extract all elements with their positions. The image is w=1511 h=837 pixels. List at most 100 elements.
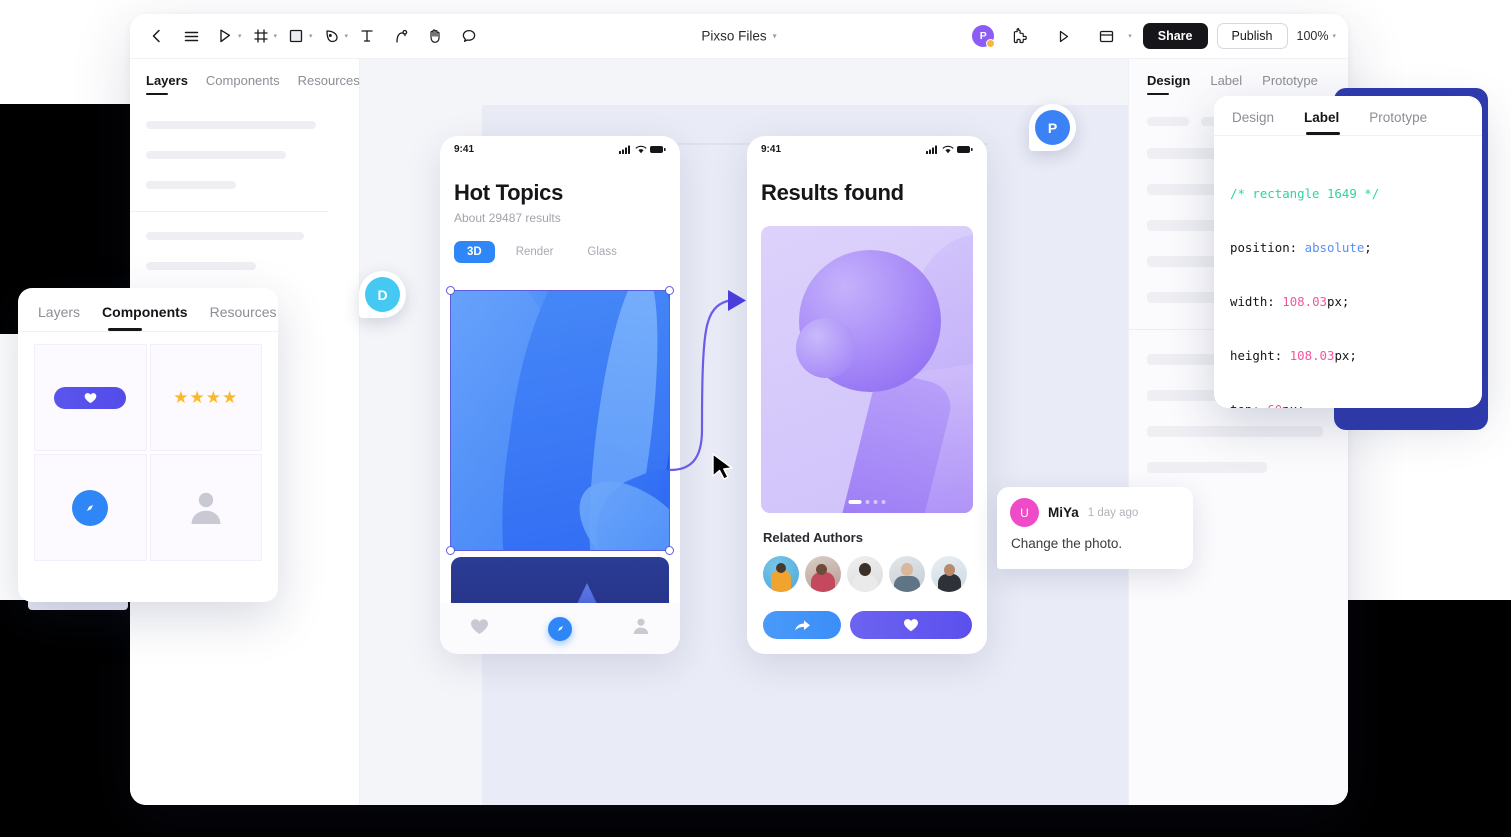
skeleton-row (146, 232, 304, 240)
wifi-icon (635, 145, 647, 153)
battery-icon (957, 145, 973, 153)
code-line: width: 108.03px; (1230, 294, 1350, 309)
label-floating-panel[interactable]: Design Label Prototype /* rectangle 1649… (1214, 96, 1482, 408)
phone1-tabbar (440, 603, 680, 654)
toolbar-right-group: P ▾ Share Publish 100% ▾ (972, 19, 1336, 53)
hand-tool-icon[interactable] (418, 19, 452, 53)
chip-3d[interactable]: 3D (454, 241, 495, 263)
tab-design[interactable]: Design (1232, 110, 1274, 135)
layout-caret-icon[interactable]: ▾ (1128, 32, 1132, 40)
blue-3d-image[interactable] (451, 291, 669, 550)
code-line: position: absolute; (1230, 240, 1372, 255)
pen-tool-icon[interactable] (315, 19, 349, 53)
cursor-badge-p[interactable]: P (1029, 104, 1076, 151)
chip-render[interactable]: Render (503, 241, 567, 263)
avatar[interactable]: U (1010, 498, 1039, 527)
tab-design[interactable]: Design (1147, 73, 1190, 97)
avatar[interactable] (889, 556, 925, 592)
zoom-caret-icon[interactable]: ▾ (1332, 32, 1336, 40)
avatar[interactable] (805, 556, 841, 592)
components-grid: ★★★★ (18, 332, 278, 573)
rectangle-tool-caret-icon[interactable]: ▾ (309, 32, 313, 40)
phone2-header: Results found (747, 162, 987, 206)
publish-button[interactable]: Publish (1216, 23, 1288, 49)
cursor-badge-d[interactable]: D (359, 271, 406, 318)
chip-glass[interactable]: Glass (574, 241, 629, 263)
zoom-level-value: 100% (1296, 29, 1329, 43)
left-panel-tabs: Layers Components Resources (130, 59, 360, 97)
status-time: 9:41 (761, 143, 782, 155)
plugin-icon[interactable] (1003, 19, 1037, 53)
pen-tool-caret-icon[interactable]: ▾ (345, 32, 349, 40)
tab-layers[interactable]: Layers (38, 304, 80, 331)
frame-tool-caret-icon[interactable]: ▾ (274, 32, 278, 40)
tab-resources[interactable]: Resources (210, 304, 277, 331)
related-authors-list (763, 556, 967, 592)
avatar[interactable] (763, 556, 799, 592)
label-panel-tabs: Design Label Prototype (1214, 96, 1482, 136)
component-avatar-placeholder[interactable] (149, 454, 262, 561)
tab-resources[interactable]: Resources (298, 73, 360, 97)
css-code-block[interactable]: /* rectangle 1649 */ position: absolute;… (1214, 136, 1482, 408)
file-title: Pixso Files (701, 28, 767, 44)
comment-tool-icon[interactable] (452, 19, 486, 53)
status-icons (619, 145, 666, 154)
component-compass-button[interactable] (34, 454, 147, 561)
compass-icon (72, 489, 109, 526)
blue-card-preview (451, 557, 669, 603)
status-bar: 9:41 (440, 136, 680, 162)
file-title-caret-icon[interactable]: ▾ (773, 32, 777, 41)
share-button[interactable]: Share (1142, 23, 1208, 49)
code-comment: /* rectangle 1649 */ (1230, 186, 1380, 201)
filter-chip-row: 3D Render Glass (454, 241, 666, 263)
compass-icon[interactable] (548, 616, 573, 641)
tab-layers[interactable]: Layers (146, 73, 188, 97)
code-line: top: 60px; (1230, 401, 1466, 408)
file-title-group[interactable]: Pixso Files ▾ (701, 29, 776, 44)
like-pill-button[interactable] (850, 611, 972, 639)
frame-tool-icon[interactable] (244, 19, 278, 53)
comment-timestamp: 1 day ago (1087, 506, 1139, 519)
tab-components[interactable]: Components (206, 73, 280, 97)
heart-icon[interactable] (470, 618, 489, 640)
tab-label[interactable]: Label (1210, 73, 1242, 97)
rectangle-tool-icon[interactable] (279, 19, 313, 53)
tab-label[interactable]: Label (1304, 110, 1341, 135)
signal-icon (619, 145, 630, 154)
page-title: Hot Topics (454, 180, 564, 205)
purple-3d-image[interactable] (761, 226, 973, 513)
comment-author: MiYa (1048, 505, 1079, 520)
tab-components[interactable]: Components (102, 304, 188, 331)
tab-prototype[interactable]: Prototype (1262, 73, 1318, 97)
status-time: 9:41 (454, 143, 475, 155)
layers-skeleton-list (130, 97, 359, 284)
comment-text: Change the photo. (1011, 536, 1123, 551)
path-tool-icon[interactable] (384, 19, 418, 53)
play-icon[interactable] (1046, 19, 1080, 53)
phone2-action-buttons (763, 611, 972, 639)
cursor-initial-p: P (1035, 110, 1070, 145)
skeleton-row (146, 121, 316, 129)
text-tool-icon[interactable] (350, 19, 384, 53)
person-icon (191, 492, 221, 524)
layout-icon[interactable] (1089, 19, 1123, 53)
menu-icon[interactable] (174, 19, 208, 53)
avatar[interactable]: P (972, 25, 996, 48)
comment-bubble[interactable]: U MiYa 1 day ago Change the photo. (997, 487, 1193, 569)
share-pill-button[interactable] (763, 611, 841, 639)
tab-prototype[interactable]: Prototype (1369, 110, 1427, 135)
carousel-dots[interactable] (848, 500, 886, 504)
components-floating-panel[interactable]: Layers Components Resources ★★★★ (18, 288, 278, 602)
battery-icon (650, 145, 666, 153)
zoom-level-selector[interactable]: 100% ▾ (1297, 29, 1337, 43)
avatar[interactable] (847, 556, 883, 592)
page-title: Results found (761, 180, 904, 205)
component-like-button[interactable] (34, 344, 147, 451)
cursor-tool-icon[interactable] (208, 19, 242, 53)
component-rating-stars[interactable]: ★★★★ (149, 344, 262, 451)
person-icon[interactable] (632, 617, 650, 640)
avatar[interactable] (931, 556, 967, 592)
back-icon[interactable] (140, 19, 174, 53)
cursor-tool-caret-icon[interactable]: ▾ (238, 32, 242, 40)
skeleton-row (1147, 117, 1189, 126)
